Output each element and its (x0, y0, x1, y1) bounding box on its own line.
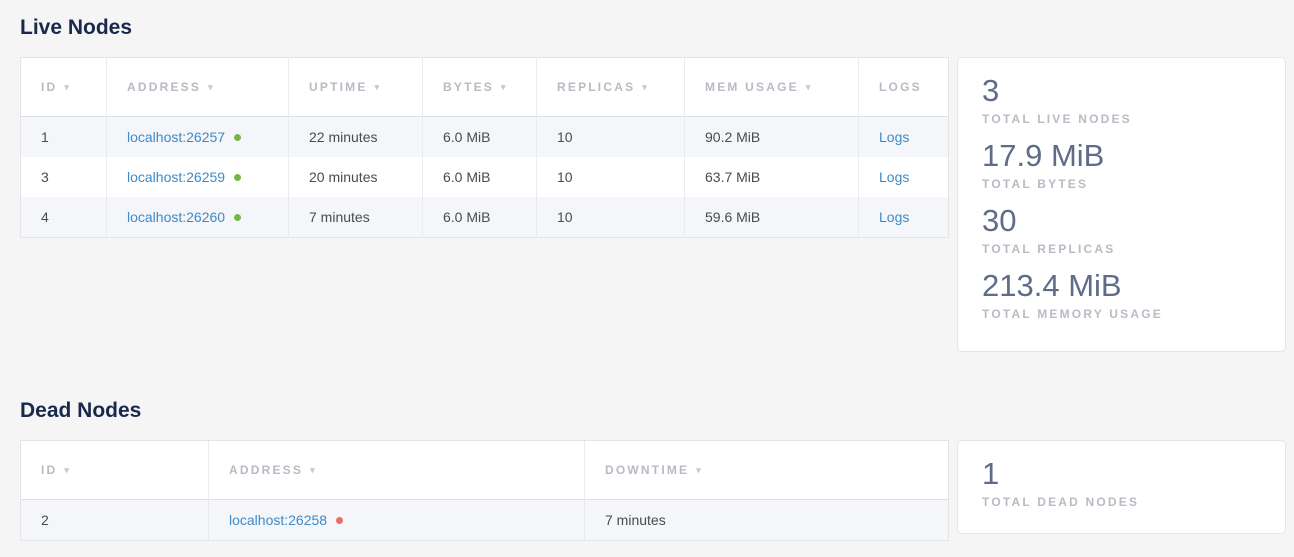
logs-link[interactable]: Logs (879, 129, 909, 145)
sort-arrow-icon: ▾ (64, 465, 69, 475)
column-header-label: MEM USAGE (705, 80, 799, 94)
column-header-downtime[interactable]: DOWNTIME ▾ (584, 441, 948, 500)
node-address-link[interactable]: localhost:26260 (127, 209, 225, 225)
column-header-label: ID (41, 463, 57, 477)
summary-stat: 1 TOTAL DEAD NODES (982, 456, 1261, 509)
column-header-address[interactable]: ADDRESS ▾ (106, 58, 288, 117)
column-header-id[interactable]: ID ▾ (21, 58, 106, 117)
live-status-icon (234, 174, 241, 181)
cluster-nodes-page: Live Nodes ID ▾ ADDRESS ▾ UPTIME ▾ BYTES ▾ R… (0, 0, 1294, 557)
node-address-link[interactable]: localhost:26259 (127, 169, 225, 185)
column-header-bytes[interactable]: BYTES ▾ (422, 58, 536, 117)
stat-label: TOTAL BYTES (982, 177, 1261, 191)
stat-value: 30 (982, 203, 1261, 239)
node-id-cell: 4 (21, 197, 106, 237)
column-header-id[interactable]: ID ▾ (21, 441, 208, 500)
node-logs-cell: Logs (858, 197, 948, 237)
summary-stat: 213.4 MiB TOTAL MEMORY USAGE (982, 268, 1261, 321)
logs-link[interactable]: Logs (879, 169, 909, 185)
column-header-label: DOWNTIME (605, 463, 689, 477)
node-address-link[interactable]: localhost:26258 (229, 512, 327, 528)
sort-arrow-icon: ▾ (310, 465, 315, 475)
live-nodes-section: Live Nodes ID ▾ ADDRESS ▾ UPTIME ▾ BYTES ▾ R… (20, 15, 1286, 352)
node-replicas-cell: 10 (536, 157, 684, 197)
sort-arrow-icon: ▾ (375, 82, 380, 92)
stat-value: 3 (982, 73, 1261, 109)
dead-nodes-summary-card: 1 TOTAL DEAD NODES (957, 440, 1286, 534)
node-uptime-cell: 20 minutes (288, 157, 422, 197)
column-header-label: ADDRESS (127, 80, 201, 94)
sort-arrow-icon: ▾ (696, 465, 701, 475)
column-header-uptime[interactable]: UPTIME ▾ (288, 58, 422, 117)
column-header-address[interactable]: ADDRESS ▾ (208, 441, 584, 500)
node-address-link[interactable]: localhost:26257 (127, 129, 225, 145)
column-header-label: UPTIME (309, 80, 368, 94)
live-status-icon (234, 214, 241, 221)
dead-nodes-header-row: ID ▾ ADDRESS ▾ DOWNTIME ▾ (21, 441, 948, 500)
column-header-label: REPLICAS (557, 80, 635, 94)
column-header-label: ADDRESS (229, 463, 303, 477)
node-bytes-cell: 6.0 MiB (422, 197, 536, 237)
live-status-icon (234, 134, 241, 141)
node-logs-cell: Logs (858, 117, 948, 157)
sort-arrow-icon: ▾ (64, 82, 69, 92)
node-bytes-cell: 6.0 MiB (422, 157, 536, 197)
sort-arrow-icon: ▾ (208, 82, 213, 92)
summary-stat: 17.9 MiB TOTAL BYTES (982, 138, 1261, 191)
column-header-label: BYTES (443, 80, 494, 94)
column-header-replicas[interactable]: REPLICAS ▾ (536, 58, 684, 117)
node-downtime-cell: 7 minutes (584, 500, 948, 540)
node-bytes-cell: 6.0 MiB (422, 117, 536, 157)
logs-link[interactable]: Logs (879, 209, 909, 225)
dead-nodes-title: Dead Nodes (20, 398, 1286, 423)
dead-nodes-section: Dead Nodes ID▾ ADDRESS▾ DOWNTIME▾ 2 lo (20, 398, 1286, 541)
dead-nodes-table: ID ▾ ADDRESS ▾ DOWNTIME ▾ 2 localhost:26258… (20, 440, 949, 541)
node-replicas-cell: 10 (536, 197, 684, 237)
column-header-logs: LOGS (858, 58, 948, 117)
summary-stat: 3 TOTAL LIVE NODES (982, 73, 1261, 126)
node-address-cell: localhost:26259 (106, 157, 288, 197)
node-address-cell: localhost:26257 (106, 117, 288, 157)
stat-value: 1 (982, 456, 1261, 492)
node-replicas-cell: 10 (536, 117, 684, 157)
live-node-row: 1 localhost:26257 22 minutes 6.0 MiB 10 … (21, 117, 948, 157)
live-node-row: 4 localhost:26260 7 minutes 6.0 MiB 10 5… (21, 197, 948, 237)
node-id-cell: 3 (21, 157, 106, 197)
live-node-row: 3 localhost:26259 20 minutes 6.0 MiB 10 … (21, 157, 948, 197)
live-nodes-header-row: ID ▾ ADDRESS ▾ UPTIME ▾ BYTES ▾ REPLICAS ▾ ME… (21, 58, 948, 117)
node-address-cell: localhost:26260 (106, 197, 288, 237)
dead-node-row: 2 localhost:26258 7 minutes (21, 500, 948, 540)
node-id-cell: 1 (21, 117, 106, 157)
node-address-cell: localhost:26258 (208, 500, 584, 540)
stat-value: 213.4 MiB (982, 268, 1261, 304)
live-nodes-summary-card: 3 TOTAL LIVE NODES 17.9 MiB TOTAL BYTES … (957, 57, 1286, 352)
node-uptime-cell: 22 minutes (288, 117, 422, 157)
node-id-cell: 2 (21, 500, 208, 540)
sort-arrow-icon: ▾ (806, 82, 811, 92)
node-mem-usage-cell: 59.6 MiB (684, 197, 858, 237)
sort-arrow-icon: ▾ (501, 82, 506, 92)
node-mem-usage-cell: 63.7 MiB (684, 157, 858, 197)
dead-status-icon (336, 517, 343, 524)
live-nodes-table: ID ▾ ADDRESS ▾ UPTIME ▾ BYTES ▾ REPLICAS ▾ ME… (20, 57, 949, 238)
stat-label: TOTAL LIVE NODES (982, 112, 1261, 126)
summary-stat: 30 TOTAL REPLICAS (982, 203, 1261, 256)
node-logs-cell: Logs (858, 157, 948, 197)
node-uptime-cell: 7 minutes (288, 197, 422, 237)
column-header-mem-usage[interactable]: MEM USAGE ▾ (684, 58, 858, 117)
column-header-label: ID (41, 80, 57, 94)
node-mem-usage-cell: 90.2 MiB (684, 117, 858, 157)
column-header-label: LOGS (879, 80, 922, 94)
stat-label: TOTAL MEMORY USAGE (982, 307, 1261, 321)
stat-value: 17.9 MiB (982, 138, 1261, 174)
stat-label: TOTAL DEAD NODES (982, 495, 1261, 509)
stat-label: TOTAL REPLICAS (982, 242, 1261, 256)
sort-arrow-icon: ▾ (642, 82, 647, 92)
live-nodes-title: Live Nodes (20, 15, 1286, 40)
